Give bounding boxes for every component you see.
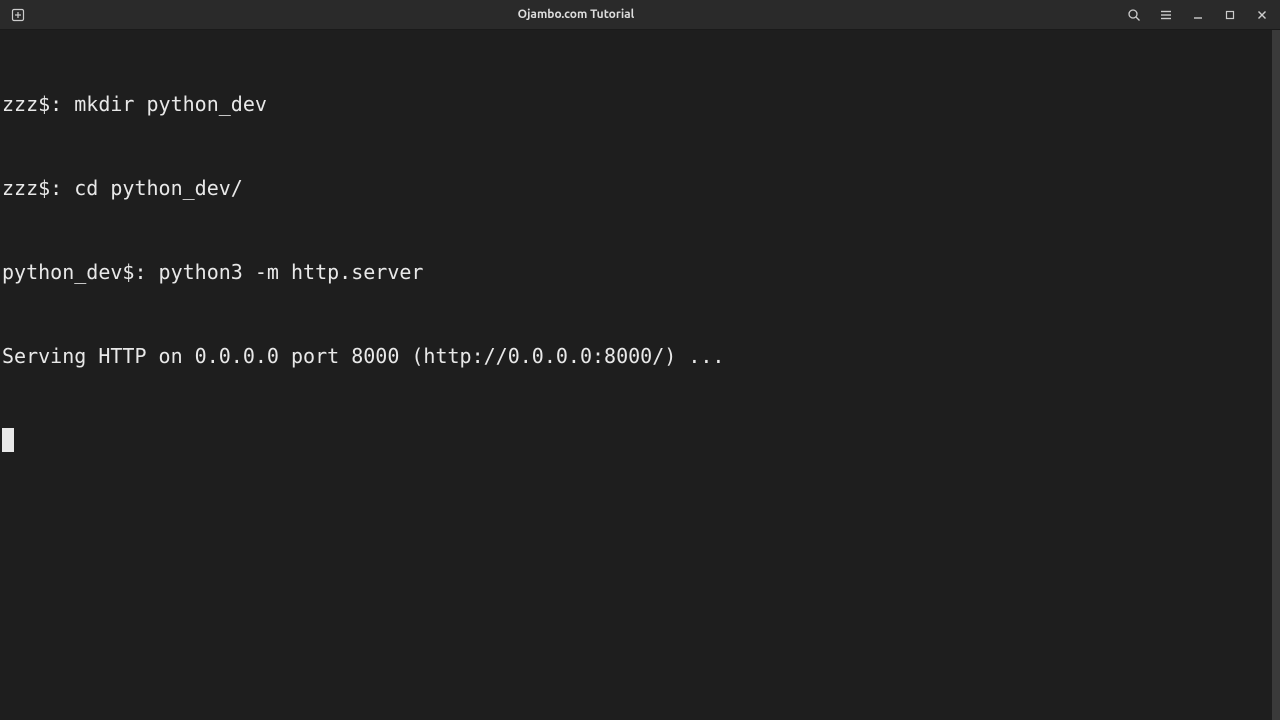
- titlebar: Ojambo.com Tutorial: [0, 0, 1280, 30]
- terminal-line: python_dev$: python3 -m http.server: [2, 258, 1278, 286]
- terminal-line: Serving HTTP on 0.0.0.0 port 8000 (http:…: [2, 342, 1278, 370]
- close-button[interactable]: [1252, 5, 1272, 25]
- new-tab-button[interactable]: [8, 5, 28, 25]
- menu-button[interactable]: [1156, 5, 1176, 25]
- scrollbar[interactable]: [1272, 30, 1280, 720]
- maximize-button[interactable]: [1220, 5, 1240, 25]
- terminal-area[interactable]: zzz$: mkdir python_dev zzz$: cd python_d…: [0, 30, 1280, 720]
- cursor-icon: [2, 428, 14, 452]
- window-title: Ojambo.com Tutorial: [518, 8, 635, 21]
- terminal-line: zzz$: mkdir python_dev: [2, 90, 1278, 118]
- terminal-line: zzz$: cd python_dev/: [2, 174, 1278, 202]
- search-button[interactable]: [1124, 5, 1144, 25]
- minimize-button[interactable]: [1188, 5, 1208, 25]
